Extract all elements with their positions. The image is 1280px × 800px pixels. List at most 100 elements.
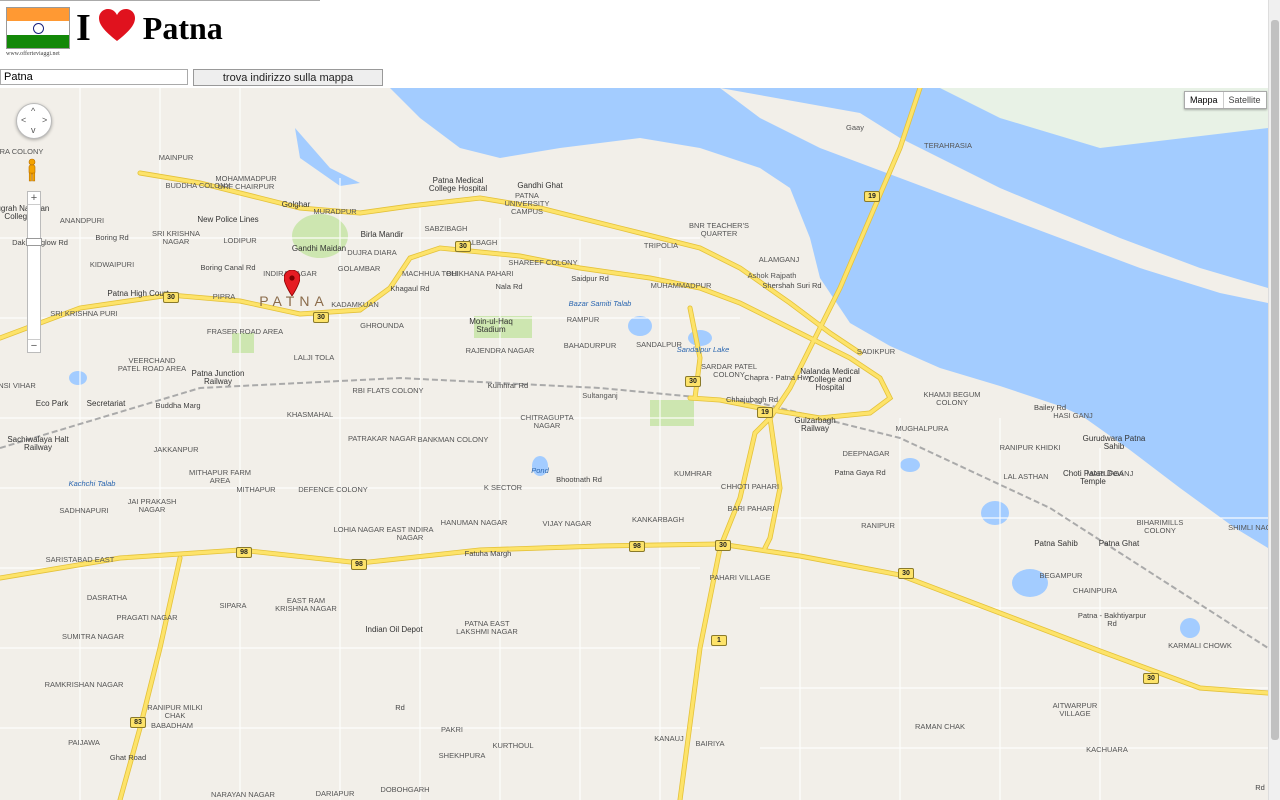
title-city: Patna bbox=[142, 9, 223, 46]
header-divider bbox=[0, 0, 320, 1]
zoom-slider-handle[interactable] bbox=[26, 238, 42, 246]
map-label: Secretariat bbox=[86, 399, 126, 408]
map-label: LALJI TOLA bbox=[293, 353, 335, 362]
map-label: CHHOTI PAHARI bbox=[720, 482, 780, 491]
map-label: DARIAPUR bbox=[315, 789, 355, 798]
map-label: BANSI VIHAR bbox=[0, 381, 36, 390]
map-label: RBI FLATS COLONY bbox=[352, 386, 424, 395]
app-header: I Patna www.offerteviaggi.net trova indi… bbox=[0, 0, 1280, 88]
map-label: Patna Ghat bbox=[1098, 539, 1140, 548]
pan-control[interactable]: ^ v < > bbox=[16, 103, 52, 139]
map-label: MARUFGANJ bbox=[1086, 469, 1134, 478]
map-label: Kumhrar Rd bbox=[487, 381, 529, 390]
city-label: PATNA bbox=[259, 293, 329, 309]
map-label: HANUMAN NAGAR bbox=[440, 518, 508, 527]
address-search-input[interactable] bbox=[0, 69, 188, 85]
map-label: Saidpur Rd bbox=[571, 274, 609, 283]
map-type-satellite-button[interactable]: Satellite bbox=[1224, 92, 1266, 108]
map-label: PATNA EAST LAKSHMI NAGAR bbox=[456, 619, 518, 636]
map-label: Nala Rd bbox=[495, 282, 523, 291]
pan-down-icon[interactable]: v bbox=[31, 125, 36, 135]
map-label: Khagaul Rd bbox=[390, 284, 430, 293]
route-shield: 30 bbox=[1143, 673, 1159, 684]
map-label: MITHAPUR bbox=[236, 485, 276, 494]
map-label: Bailey Rd bbox=[1033, 403, 1067, 412]
route-shield: 98 bbox=[236, 547, 252, 558]
zoom-out-button[interactable]: − bbox=[28, 339, 40, 352]
map-label: Patna Gaya Rd bbox=[834, 468, 886, 477]
map-label: VEERCHAND PATEL ROAD AREA bbox=[117, 356, 187, 373]
scrollbar-thumb[interactable] bbox=[1271, 20, 1279, 740]
map-label: SRI KRISHNA PURI bbox=[50, 309, 118, 318]
map-label: KANKARBAGH bbox=[631, 515, 685, 524]
map-label: PUTRA COLONY bbox=[0, 147, 44, 156]
map-label: Sachiwalaya Halt Railway bbox=[7, 435, 69, 452]
map-label: Gurudwara Patna Sahib bbox=[1082, 434, 1146, 451]
map-label: SRI KRISHNA NAGAR bbox=[152, 229, 200, 246]
street-view-pegman-icon[interactable] bbox=[26, 158, 38, 182]
map-label: SADIKPUR bbox=[856, 347, 896, 356]
location-marker-icon[interactable] bbox=[284, 270, 300, 296]
map-label: KACHUARA bbox=[1086, 745, 1128, 754]
map-label: ALAMGANJ bbox=[758, 255, 800, 264]
map-label: BIHARIMILLS COLONY bbox=[1136, 518, 1184, 535]
map-type-map-button[interactable]: Mappa bbox=[1185, 92, 1224, 108]
map-label: DEFENCE COLONY bbox=[298, 485, 368, 494]
map-label: TERAHRASIA bbox=[924, 141, 972, 150]
map-type-toggle[interactable]: Mappa Satellite bbox=[1184, 91, 1267, 109]
map-label: Pond bbox=[531, 466, 549, 475]
map-label: BARI PAHARI bbox=[727, 504, 775, 513]
map-label: DOBOHGARH bbox=[380, 785, 430, 794]
pan-right-icon[interactable]: > bbox=[42, 115, 47, 125]
map-label: Patna Medical College Hospital bbox=[428, 176, 488, 193]
page-scrollbar[interactable] bbox=[1268, 0, 1280, 800]
find-address-button[interactable]: trova indirizzo sulla mappa bbox=[193, 69, 383, 86]
pan-up-icon[interactable]: ^ bbox=[31, 106, 35, 116]
map-label: MITHAPUR FARM AREA bbox=[188, 468, 252, 485]
map-label: BAHADURPUR bbox=[563, 341, 617, 350]
map-label: Sandalpur Lake bbox=[676, 345, 730, 354]
pan-left-icon[interactable]: < bbox=[21, 115, 26, 125]
map-label: Ashok Rajpath bbox=[747, 271, 797, 280]
map-label: RAMPUR bbox=[566, 315, 600, 324]
map-label: Kachchi Talab bbox=[68, 479, 116, 488]
map-label: SADHNAPURI bbox=[59, 506, 109, 515]
route-shield: 30 bbox=[313, 312, 329, 323]
map-label: NARAYAN NAGAR bbox=[211, 790, 275, 799]
map-label: KHASMAHAL bbox=[286, 410, 334, 419]
map-label: ANANDPURI bbox=[59, 216, 105, 225]
map-label: VIJAY NAGAR bbox=[542, 519, 592, 528]
map-label: LAL ASTHAN bbox=[1003, 472, 1049, 481]
map-label: Bhootnath Rd bbox=[556, 475, 602, 484]
zoom-in-button[interactable]: + bbox=[28, 192, 40, 205]
map-label: GOLAMBAR bbox=[337, 264, 381, 273]
map-label: SANDALPUR bbox=[636, 340, 682, 349]
map-canvas[interactable]: PUTRA COLONYMAINPURBUDDHA COLONYMOHAMMAD… bbox=[0, 88, 1268, 800]
map-label: Gandhi Maidan bbox=[291, 244, 347, 253]
map-label: Moin-ul-Haq Stadium bbox=[469, 317, 513, 334]
map-label: BABADHAM bbox=[150, 721, 194, 730]
route-shield: 30 bbox=[163, 292, 179, 303]
map-label: KHAMJI BEGUM COLONY bbox=[923, 390, 981, 407]
map-label: BAIRIYA bbox=[695, 739, 725, 748]
map-label: BNR TEACHER'S QUARTER bbox=[688, 221, 750, 238]
map-label: CHITRAGUPTA NAGAR bbox=[520, 413, 574, 430]
map-label: SHEKHPURA bbox=[438, 751, 486, 760]
zoom-slider[interactable]: + − bbox=[26, 191, 42, 353]
map-label: SIPARA bbox=[219, 601, 247, 610]
route-shield: 30 bbox=[455, 241, 471, 252]
site-title: I Patna bbox=[76, 6, 223, 50]
route-shield: 98 bbox=[351, 559, 367, 570]
route-shield: 30 bbox=[898, 568, 914, 579]
map-label: SABZIBAGH bbox=[424, 224, 468, 233]
map-label: MAINPUR bbox=[158, 153, 194, 162]
map-label: GHROUNDA bbox=[360, 321, 404, 330]
map-label: PATRAKAR NAGAR bbox=[347, 434, 417, 443]
map-label: Fatuha Margh bbox=[464, 549, 512, 558]
map-label: LODIPUR bbox=[223, 236, 257, 245]
map-label: Indian Oil Depot bbox=[365, 625, 423, 634]
map-label: Birla Mandir bbox=[360, 230, 404, 239]
map-label: Eco Park bbox=[35, 399, 69, 408]
map-label: Patna Junction Railway bbox=[191, 369, 245, 386]
map-label: SHIMLI NAGAR bbox=[1228, 523, 1268, 532]
